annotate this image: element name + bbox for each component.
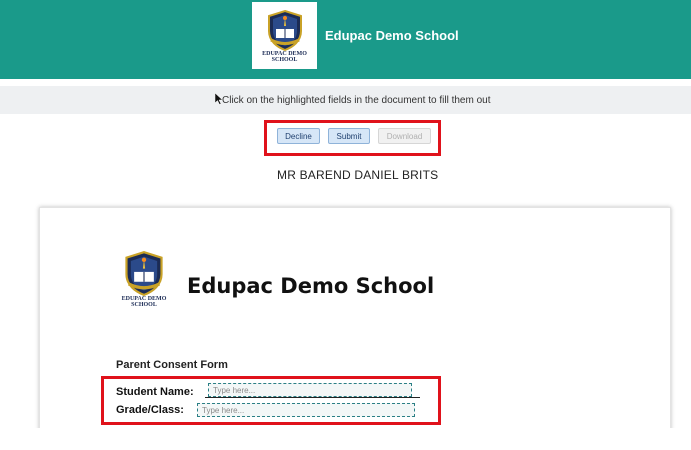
document-school-name: Edupac Demo School (187, 274, 435, 298)
crest-icon (267, 9, 302, 51)
school-logo: EDUPAC DEMO SCHOOL (252, 2, 317, 69)
instruction-text: Click on the highlighted fields in the d… (222, 95, 491, 106)
submit-button[interactable]: Submit (328, 128, 370, 144)
logo-text-line2: SCHOOL (271, 56, 298, 63)
header-title: Edupac Demo School (325, 28, 459, 43)
form-title: Parent Consent Form (116, 359, 228, 371)
document-school-logo: EDUPAC DEMO SCHOOL (112, 246, 176, 312)
instruction-bar: Click on the highlighted fields in the d… (0, 86, 691, 114)
decline-button[interactable]: Decline (277, 128, 320, 144)
form-fields-highlight-box (101, 376, 441, 425)
page-bottom (0, 428, 691, 450)
signer-name: MR BAREND DANIEL BRITS (277, 168, 439, 182)
app-header: EDUPAC DEMO SCHOOL Edupac Demo School (0, 0, 691, 79)
crest-icon (125, 251, 163, 296)
doc-logo-text-line2: SCHOOL (131, 302, 157, 308)
download-button: Download (378, 128, 431, 144)
